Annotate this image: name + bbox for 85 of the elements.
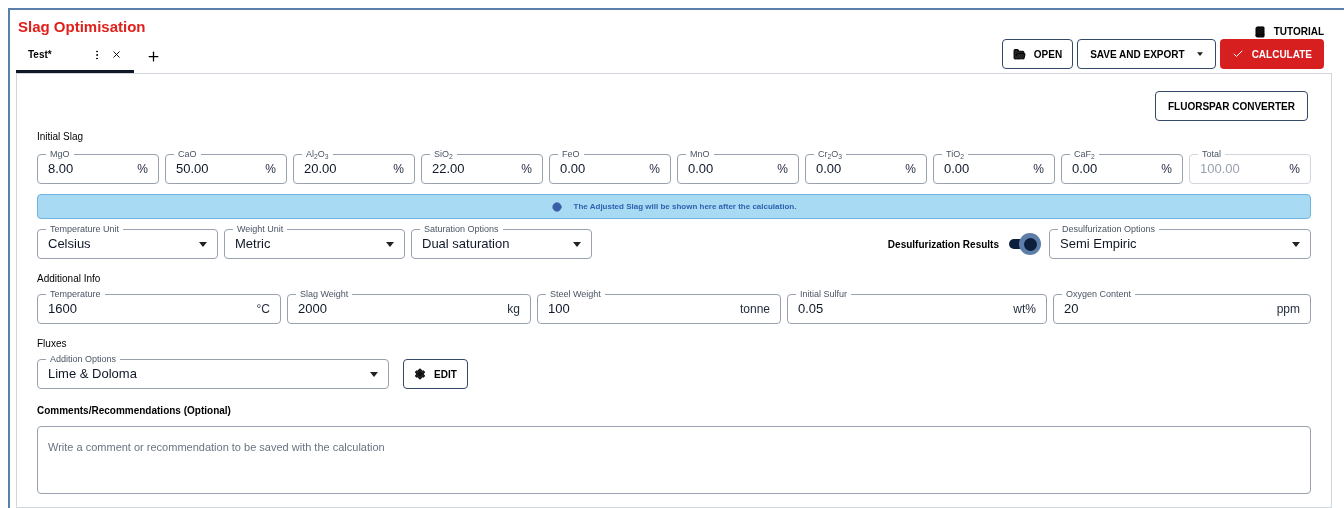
select-value: Semi Empiric <box>1060 235 1138 254</box>
field-value: 0.00 <box>688 160 715 179</box>
add-tab-icon[interactable] <box>146 48 161 64</box>
section-heading: Fluxes <box>37 337 68 351</box>
app-title: Slag Optimisation <box>18 17 146 37</box>
unit-label: % <box>777 161 788 178</box>
info-message: The Adjusted Slag will be shown here after the calculation. <box>573 200 797 213</box>
tab-label: Test* <box>28 48 53 62</box>
select-value: Lime & Doloma <box>48 365 138 384</box>
field-label: MnO <box>686 148 714 160</box>
tutorial-button[interactable]: TUTORIAL <box>1253 24 1324 39</box>
field-label: Weight Unit <box>233 223 288 235</box>
field-label: Cr$_{2}$O$_{3}$ <box>814 148 847 160</box>
unit-label: % <box>1161 161 1172 178</box>
field-label: Initial Sulfur <box>796 288 852 300</box>
dropdown-icon <box>1292 241 1300 247</box>
unit-label: °C <box>256 301 270 318</box>
field-value: 2000 <box>298 300 328 319</box>
unit-label: kg <box>507 301 520 318</box>
field-value: 22.00 <box>432 160 466 179</box>
field-value: 100.00 <box>1200 160 1241 179</box>
field-label: TiO$_{2}$ <box>942 148 968 160</box>
save-export-button[interactable]: SAVE AND EXPORT <box>1077 39 1216 69</box>
unit-label: % <box>1289 161 1300 178</box>
dropdown-icon <box>573 241 581 247</box>
field-label: Temperature <box>46 288 105 300</box>
field-value: 0.00 <box>1072 160 1099 179</box>
field-value: 20 <box>1064 300 1080 319</box>
field-label: FeO <box>558 148 584 160</box>
section-heading: Comments/Recommendations (Optional) <box>37 404 232 418</box>
toggle-label: Desulfurization Results <box>887 237 999 252</box>
comment-field[interactable]: Write a comment or recommendation to be saved with the calculation <box>37 426 1311 494</box>
field-label: Total <box>1198 148 1225 160</box>
check-icon <box>1231 48 1244 60</box>
field-label: Slag Weight <box>296 288 353 300</box>
unit-label: % <box>649 161 660 178</box>
field-value: 1600 <box>48 300 78 319</box>
select-value: Metric <box>235 235 272 254</box>
field-label: Steel Weight <box>546 288 605 300</box>
field-label: Al$_{2}$O$_{3}$ <box>302 148 333 160</box>
calculate-button[interactable]: CALCULATE <box>1219 39 1324 69</box>
unit-label: % <box>393 161 404 178</box>
unit-label: tonne <box>739 301 770 318</box>
book-icon <box>1253 25 1266 38</box>
field-label: CaF$_{2}$ <box>1070 148 1099 160</box>
section-heading: Initial Slag <box>37 130 85 144</box>
toggle-switch[interactable] <box>1009 233 1039 255</box>
unit-label: % <box>521 161 532 178</box>
tab[interactable]: Test* <box>16 39 134 73</box>
field-value: 8.00 <box>48 160 75 179</box>
dropdown-icon <box>1196 52 1203 56</box>
field-value: 50.00 <box>176 160 210 179</box>
dropdown-icon <box>386 241 394 247</box>
section-heading: Additional Info <box>37 272 102 286</box>
field-value: 0.00 <box>816 160 843 179</box>
select-value: Dual saturation <box>422 235 511 254</box>
unit-label: ppm <box>1276 301 1300 318</box>
field-label: Desulfurization Options <box>1058 223 1160 235</box>
unit-label: % <box>905 161 916 178</box>
close-icon[interactable] <box>111 49 122 60</box>
field-value: 0.00 <box>944 160 971 179</box>
field-label: MgO <box>46 148 74 160</box>
field-label: CaO <box>174 148 201 160</box>
unit-label: % <box>1033 161 1044 178</box>
open-button[interactable]: OPEN <box>1001 39 1074 69</box>
field-value: 100 <box>548 300 571 319</box>
field-value: 20.00 <box>304 160 338 179</box>
dropdown-icon <box>199 241 207 247</box>
unit-label: wt% <box>1013 301 1036 318</box>
field-value: 0.00 <box>560 160 587 179</box>
field-value: 0.05 <box>798 300 825 319</box>
field-label: Oxygen Content <box>1062 288 1136 300</box>
unit-label: % <box>265 161 276 178</box>
unit-label: % <box>137 161 148 178</box>
field-label: Saturation Options <box>420 223 503 235</box>
fluorspar-converter-button[interactable]: FLUORSPAR CONVERTER <box>1154 91 1308 121</box>
dropdown-icon <box>370 371 378 377</box>
field-label: SiO$_{2}$ <box>430 148 457 160</box>
field-label: Temperature Unit <box>46 223 124 235</box>
gear-icon <box>414 368 426 380</box>
folder-icon <box>1012 47 1026 61</box>
select-value: Celsius <box>48 235 92 254</box>
edit-button[interactable]: EDIT <box>403 359 468 389</box>
field-label: Addition Options <box>46 353 121 365</box>
info-icon <box>551 201 562 212</box>
